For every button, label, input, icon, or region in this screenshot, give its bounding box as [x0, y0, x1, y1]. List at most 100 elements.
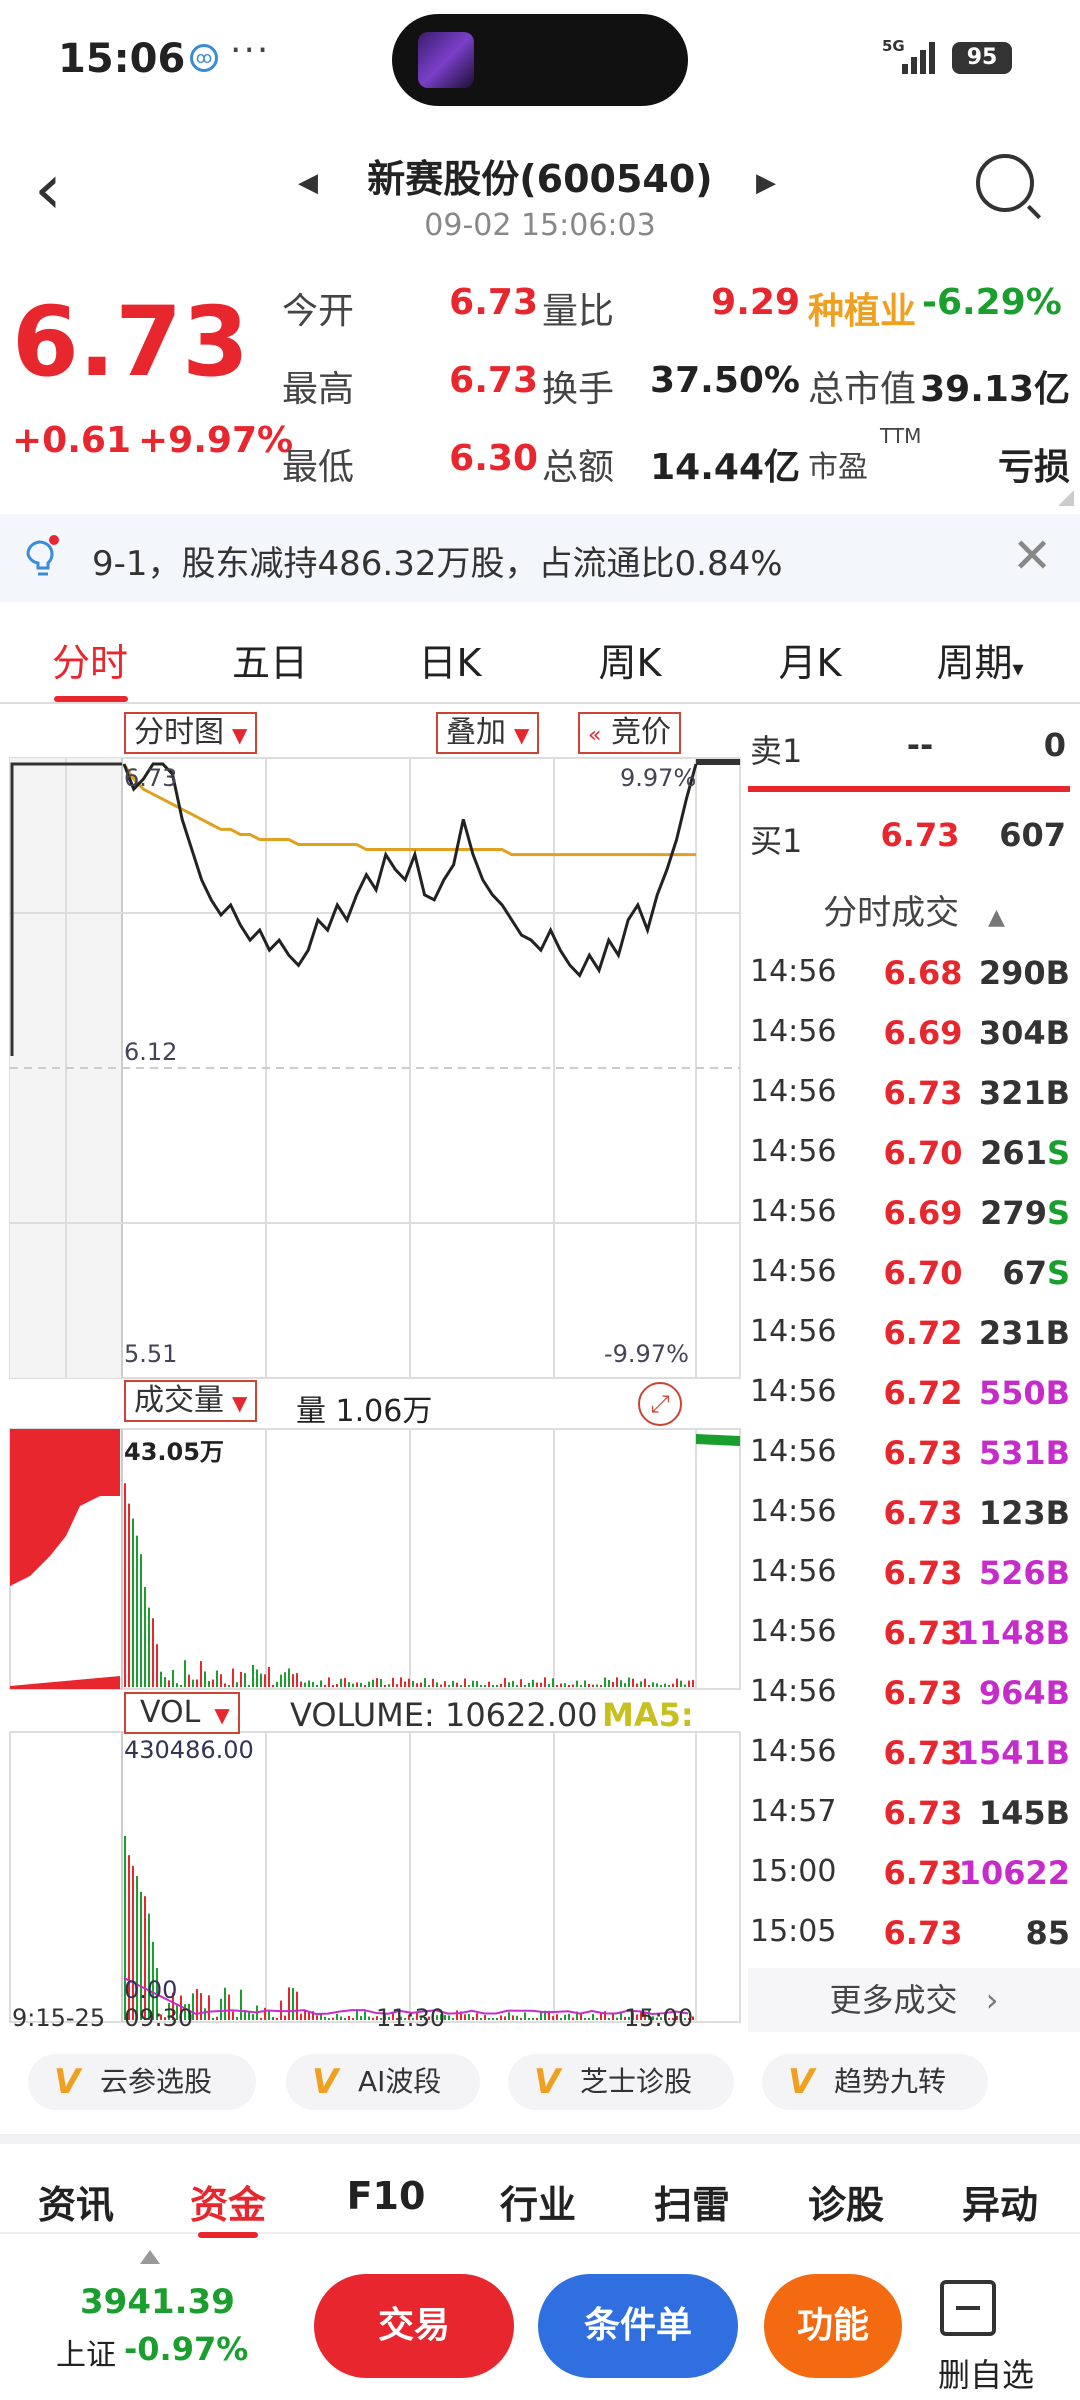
- volume-bar: [624, 1683, 626, 1687]
- tick-time: 14:57: [750, 1793, 837, 1829]
- intraday-chart-area[interactable]: 分时图 ▼ 叠加 ▼ « 竞价 6.73 6.12 5.51 9.97% -9.97…: [0, 706, 748, 2038]
- volume-ratio-label: 量比: [542, 291, 615, 332]
- detail-tabs: 资讯 资金 F10 行业 扫雷 诊股 异动: [0, 2134, 1080, 2238]
- volume-bar: [188, 1674, 190, 1687]
- last-price: 6.73: [12, 286, 249, 398]
- vol-indicator-bar: [492, 2018, 494, 2020]
- volume-bar: [140, 1554, 142, 1687]
- vol-indicator-bar: [564, 2014, 566, 2020]
- fullscreen-icon[interactable]: ⤢: [638, 1382, 682, 1426]
- expand-corner-icon[interactable]: [1058, 490, 1074, 506]
- chip-ai-wave[interactable]: V AI波段: [286, 2054, 480, 2110]
- announcement-bar[interactable]: 9-1，股东减持486.32万股，占流通比0.84% ✕: [0, 514, 1080, 602]
- intraday-chart[interactable]: [0, 706, 748, 2038]
- bid-1-row[interactable]: 买1 6.73 607: [748, 816, 1080, 874]
- vol-indicator-bar: [600, 2012, 602, 2020]
- vol-indicator-bar: [284, 2015, 286, 2020]
- chevron-down-icon: ▼: [232, 1391, 248, 1415]
- tab-risk-scan[interactable]: 扫雷: [622, 2174, 762, 2229]
- volume-bar: [292, 1674, 294, 1687]
- vol-indicator-bar: [528, 2018, 530, 2020]
- volume-bar: [428, 1685, 430, 1687]
- volume-bar: [300, 1681, 302, 1687]
- chip-diagnosis[interactable]: V 芝士诊股: [508, 2054, 734, 2110]
- overlay-dropdown[interactable]: 叠加 ▼: [436, 712, 540, 754]
- volume-bar: [352, 1683, 354, 1687]
- more-trades-button[interactable]: 更多成交 ›: [748, 1968, 1080, 2032]
- ask-1-row[interactable]: 卖1 -- 0: [748, 726, 1080, 784]
- media-thumbnail-icon: [418, 32, 474, 88]
- tick-vol-num: 261: [980, 1133, 1047, 1172]
- remove-watchlist-label[interactable]: 删自选: [938, 2350, 1034, 2396]
- tab-f10[interactable]: F10: [316, 2174, 456, 2218]
- amount-label: 总额: [542, 447, 615, 488]
- volume-bar: [468, 1685, 470, 1687]
- tab-industry[interactable]: 行业: [468, 2174, 608, 2229]
- bid-1-label: 买1: [750, 822, 803, 860]
- tick-volume: 145B: [979, 1794, 1070, 1832]
- tab-diagnose[interactable]: 诊股: [776, 2174, 916, 2229]
- chip-label: 芝士诊股: [580, 2065, 693, 2098]
- tick-side: B: [1045, 954, 1070, 992]
- auction-toggle[interactable]: « 竞价: [578, 712, 682, 754]
- indicator-dropdown[interactable]: VOL ▼: [124, 1692, 240, 1734]
- volume-value-label: VOLUME: 10622.00: [290, 1696, 598, 1734]
- chart-type-dropdown[interactable]: 分时图 ▼: [124, 712, 258, 754]
- auction-label: 竞价: [611, 715, 672, 750]
- prev-stock-icon[interactable]: ◀: [298, 168, 318, 198]
- tab-daily-k[interactable]: 日K: [370, 632, 530, 687]
- tick-vol-num: 304: [978, 1013, 1046, 1052]
- back-icon[interactable]: ‹: [34, 154, 62, 224]
- tab-news[interactable]: 资讯: [6, 2174, 146, 2229]
- chip-cloud-picks[interactable]: V 云参选股: [28, 2054, 256, 2110]
- volume-bar: [524, 1685, 526, 1687]
- function-button[interactable]: 功能: [764, 2274, 902, 2378]
- trade-tick-row: 14:56 6.69 279S: [748, 1194, 1080, 1250]
- volume-bar: [608, 1679, 610, 1687]
- bid-1-price: 6.73: [880, 816, 960, 854]
- remove-watchlist-icon[interactable]: [940, 2280, 996, 2336]
- conditional-order-button[interactable]: 条件单: [538, 2274, 738, 2378]
- pct-axis-top: 9.97%: [620, 764, 697, 792]
- volume-bar: [260, 1673, 262, 1687]
- trade-tick-row: 14:56 6.73 1148B: [748, 1614, 1080, 1670]
- volume-bar: [420, 1682, 422, 1687]
- index-value[interactable]: 3941.39: [80, 2282, 235, 2322]
- volume-bar: [532, 1679, 534, 1687]
- next-stock-icon[interactable]: ▶: [756, 168, 776, 198]
- chip-trend-nine[interactable]: V 趋势九转: [762, 2054, 988, 2110]
- tab-five-day[interactable]: 五日: [190, 632, 350, 687]
- search-icon[interactable]: [976, 154, 1034, 212]
- tick-vol-num: 85: [1025, 1913, 1070, 1952]
- vol-indicator-bar: [568, 2013, 570, 2020]
- volume-bar: [472, 1680, 474, 1687]
- tick-vol-num: 1541: [956, 1733, 1046, 1772]
- tab-anomaly[interactable]: 异动: [930, 2174, 1070, 2229]
- vol-indicator-bar: [480, 2018, 482, 2020]
- book-divider: [748, 786, 1070, 792]
- volume-bar: [176, 1683, 178, 1687]
- volume-bar: [372, 1679, 374, 1687]
- tick-side: B: [1045, 1793, 1070, 1832]
- tab-weekly-k[interactable]: 周K: [550, 632, 710, 687]
- status-bar: 15:06 ꝏ ··· 5G 95: [0, 0, 1080, 118]
- close-icon[interactable]: ✕: [1012, 528, 1052, 584]
- tab-period[interactable]: 周期▾: [900, 632, 1060, 687]
- volume-bar: [504, 1678, 506, 1687]
- tab-monthly-k[interactable]: 月K: [730, 632, 890, 687]
- trade-button[interactable]: 交易: [314, 2274, 514, 2378]
- turnover-label: 换手: [542, 369, 615, 410]
- industry-tag[interactable]: 种植业: [808, 282, 916, 334]
- volume-dropdown[interactable]: 成交量 ▼: [124, 1380, 258, 1422]
- vol-indicator-bar: [196, 1989, 198, 2020]
- vol-indicator-bar: [496, 2018, 498, 2020]
- volume-bar: [460, 1685, 462, 1687]
- tab-funds[interactable]: 资金: [158, 2174, 298, 2229]
- announcement-text: 9-1，股东减持486.32万股，占流通比0.84%: [92, 544, 783, 584]
- tab-intraday[interactable]: 分时: [10, 632, 170, 687]
- tick-price: 6.73: [883, 1493, 963, 1532]
- trades-header[interactable]: 分时成交 ▲: [748, 884, 1080, 942]
- vol-indicator-bar: [208, 1995, 210, 2020]
- trade-tick-row: 14:56 6.72 550B: [748, 1374, 1080, 1430]
- volume-bar: [196, 1679, 198, 1687]
